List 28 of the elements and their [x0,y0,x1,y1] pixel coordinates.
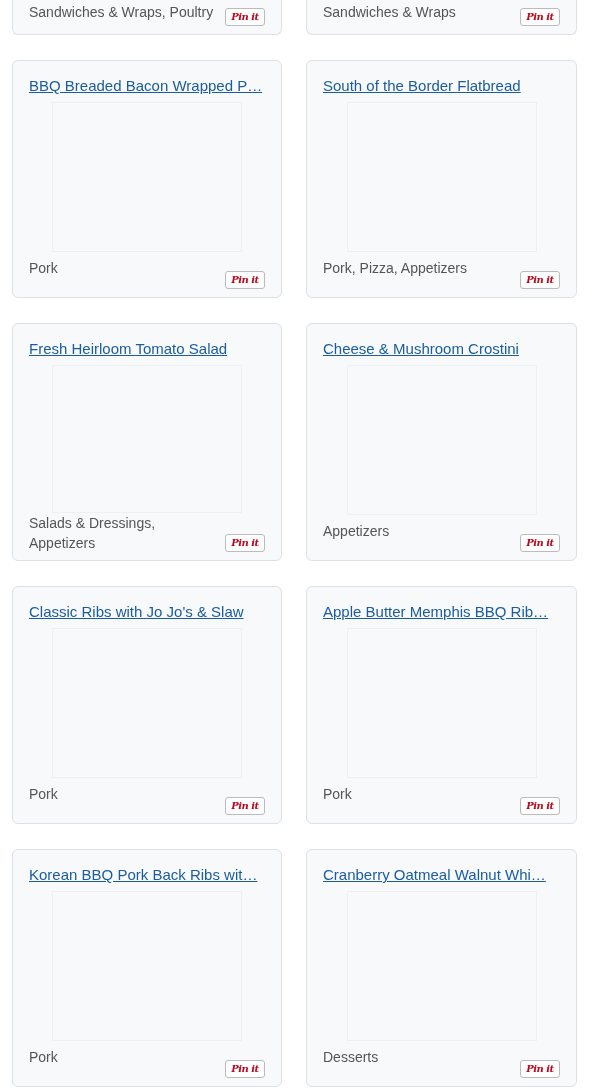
pin-it-button[interactable]: Pin it [225,271,265,289]
recipe-category: Pork [29,1048,58,1067]
recipe-category: Salads & Dressings, Appetizers [29,513,157,553]
pin-it-button[interactable]: Pin it [520,1060,560,1078]
recipe-title-link[interactable]: Fresh Heirloom Tomato Salad [29,339,265,359]
pin-it-button[interactable]: Pin it [520,797,560,815]
recipe-category: Pork [29,259,58,278]
recipe-title-link[interactable]: South of the Border Flatbread [323,76,560,96]
recipe-title-link[interactable]: Cheese & Mushroom Crostini [323,339,560,359]
pin-it-button[interactable]: Pin it [225,8,265,26]
recipe-title-link[interactable]: BBQ Breaded Bacon Wrapped P… [29,76,265,96]
recipe-title-link[interactable]: Korean BBQ Pork Back Ribs wit… [29,865,265,885]
pin-it-button[interactable]: Pin it [225,1060,265,1078]
recipe-category: Pork [29,785,58,804]
pin-it-button[interactable]: Pin it [225,534,265,552]
recipe-title-link[interactable]: Cranberry Oatmeal Walnut Whi… [323,865,560,885]
recipe-category: Pork [323,785,352,804]
recipe-title-link[interactable]: Classic Ribs with Jo Jo's & Slaw [29,602,265,622]
pin-it-button[interactable]: Pin it [520,534,560,552]
recipe-category: Sandwiches & Wraps, Poultry [29,3,214,22]
pin-it-button[interactable]: Pin it [225,797,265,815]
recipe-category: Sandwiches & Wraps [323,3,456,22]
recipe-category: Pork, Pizza, Appetizers [323,259,467,278]
recipe-category: Appetizers [323,522,390,541]
recipe-category: Desserts [323,1048,379,1067]
pin-it-button[interactable]: Pin it [520,8,560,26]
recipe-title-link[interactable]: Apple Butter Memphis BBQ Rib… [323,602,560,622]
pin-it-button[interactable]: Pin it [520,271,560,289]
